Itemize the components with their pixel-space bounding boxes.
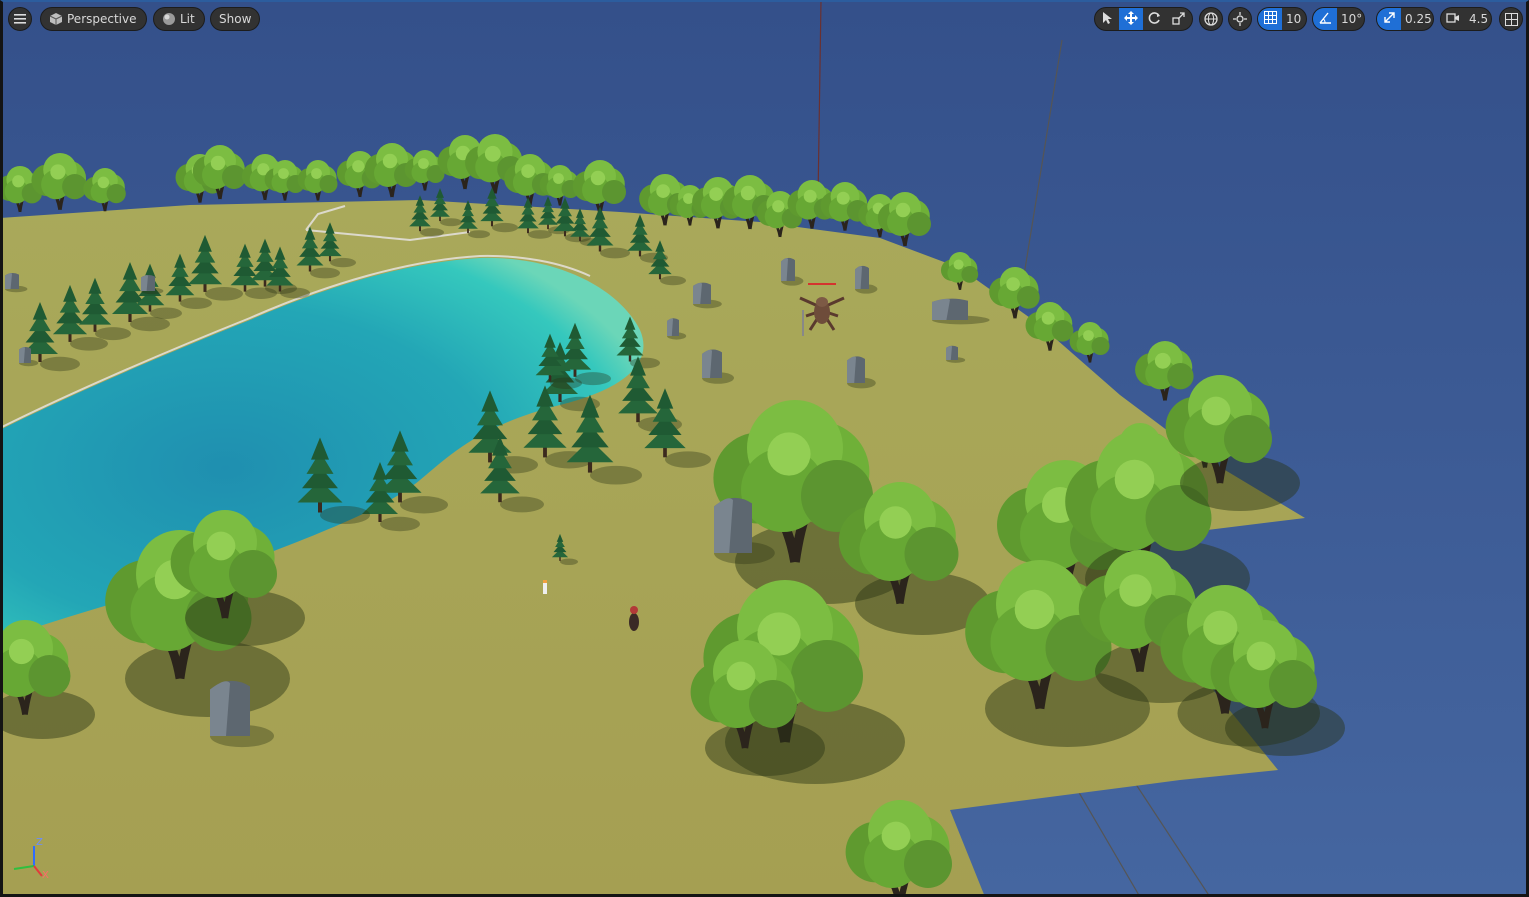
show-flags-label: Show <box>219 12 252 26</box>
player-start-marker[interactable] <box>543 580 547 594</box>
move-icon <box>1124 10 1138 28</box>
viewport-options-button[interactable] <box>8 7 32 31</box>
camera-icon <box>1446 12 1460 27</box>
hamburger-icon <box>14 14 26 24</box>
globe-icon <box>1204 12 1218 26</box>
axis-z-label: Z <box>36 837 43 848</box>
rotation-snap-value[interactable]: 10° <box>1337 12 1370 26</box>
grid-snap-value[interactable]: 10 <box>1282 12 1309 26</box>
show-flags-button[interactable]: Show <box>210 7 261 31</box>
player-actor[interactable] <box>629 606 639 631</box>
scale-snap-toggle[interactable] <box>1377 8 1401 30</box>
transform-tools <box>1094 7 1193 31</box>
grid-snap-toggle[interactable] <box>1258 8 1282 30</box>
surface-snap-icon <box>1233 12 1247 26</box>
rotate-tool-button[interactable] <box>1143 8 1167 30</box>
rotation-snap-control[interactable]: 10° <box>1312 7 1365 31</box>
select-tool-button[interactable] <box>1095 8 1119 30</box>
grid-icon <box>1263 11 1277 27</box>
viewport-layout-button[interactable] <box>1499 7 1523 31</box>
view-mode-button[interactable]: Perspective <box>40 7 147 31</box>
cube-icon <box>41 12 63 26</box>
lighting-mode-button[interactable]: Lit <box>153 7 205 31</box>
view-mode-label: Perspective <box>67 12 137 26</box>
cursor-icon <box>1101 11 1113 28</box>
axis-x-label: X <box>42 870 49 881</box>
scale-snap-control[interactable]: 0.25 <box>1376 7 1434 31</box>
scale-snap-icon <box>1383 11 1396 27</box>
scale-icon <box>1172 11 1186 28</box>
layout-icon <box>1504 12 1518 26</box>
rotate-icon <box>1148 11 1162 28</box>
camera-speed-toggle[interactable] <box>1441 8 1465 30</box>
surface-snap-button[interactable] <box>1228 7 1252 31</box>
sphere-icon <box>154 12 176 26</box>
scale-tool-button[interactable] <box>1167 8 1191 30</box>
angle-icon <box>1318 11 1332 27</box>
level-viewport[interactable]: Z X Perspective Lit Show 10 10° 0.25 4.5 <box>0 0 1529 897</box>
viewport-scene[interactable]: Z X <box>0 0 1529 897</box>
coordinate-space-button[interactable] <box>1199 7 1223 31</box>
translate-tool-button[interactable] <box>1119 8 1143 30</box>
rotation-snap-toggle[interactable] <box>1313 8 1337 30</box>
scale-snap-value[interactable]: 0.25 <box>1401 12 1440 26</box>
grid-snap-control[interactable]: 10 <box>1257 7 1307 31</box>
camera-speed-control[interactable]: 4.5 <box>1440 7 1492 31</box>
camera-speed-value[interactable]: 4.5 <box>1465 12 1496 26</box>
lighting-mode-label: Lit <box>180 12 195 26</box>
